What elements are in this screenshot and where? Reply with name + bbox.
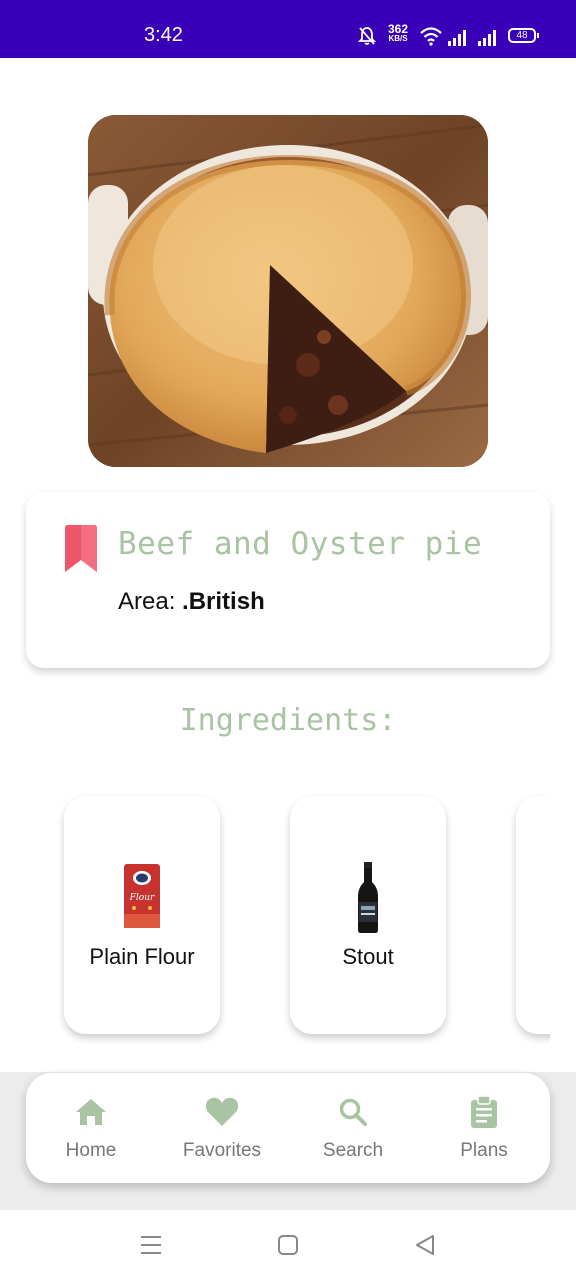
area-value: .British [182, 588, 265, 615]
bell-off-icon [358, 27, 376, 45]
ingredients-carousel[interactable]: Flour Plain Flour Stout [26, 780, 550, 1046]
bookmark-icon[interactable] [62, 524, 100, 574]
meal-image [88, 115, 488, 467]
search-icon [339, 1098, 367, 1126]
heart-icon [205, 1097, 239, 1126]
ingredient-card[interactable]: Flour Plain Flour [64, 796, 220, 1034]
wifi-icon [420, 27, 442, 46]
nav-item-search[interactable]: Search [293, 1095, 413, 1162]
battery-icon: 48 [508, 28, 539, 43]
nav-label-favorites: Favorites [182, 1140, 262, 1161]
clipboard-icon [471, 1095, 497, 1128]
signal-icon [448, 30, 466, 46]
beer-bottle-icon [358, 862, 378, 933]
nav-label-home: Home [65, 1140, 117, 1161]
nav-label-plans: Plans [460, 1140, 508, 1161]
meal-info-card: Beef and Oyster pie Area: .British [26, 492, 550, 668]
status-bar: 3:42 362 KB/S 48 [0, 0, 576, 58]
ingredient-card[interactable] [516, 796, 550, 1034]
home-icon [76, 1099, 106, 1125]
meal-area: Area: .British [118, 588, 265, 616]
system-navigation-bar [0, 1210, 576, 1280]
ingredients-heading: Ingredients: [179, 703, 397, 738]
nav-item-plans[interactable]: Plans [424, 1095, 544, 1162]
network-speed: 362 KB/S [387, 22, 409, 43]
nav-item-home[interactable]: Home [31, 1095, 151, 1162]
area-label: Area: [118, 588, 176, 615]
status-time: 3:42 [144, 24, 183, 46]
signal-icon [478, 30, 496, 46]
nav-label-search: Search [322, 1140, 384, 1161]
home-square-icon[interactable] [277, 1234, 299, 1256]
bottom-navigation: Home Favorites Search Plans [26, 1073, 550, 1183]
nav-item-favorites[interactable]: Favorites [162, 1095, 282, 1162]
ingredient-name: Plain Flour [89, 944, 195, 969]
flour-bag-icon: Flour [124, 864, 160, 928]
back-icon[interactable] [414, 1234, 436, 1256]
ingredient-card[interactable]: Stout [290, 796, 446, 1034]
ingredient-name: Stout [342, 944, 394, 969]
svg-text:Flour: Flour [129, 893, 155, 903]
menu-icon[interactable] [140, 1234, 162, 1256]
meal-title: Beef and Oyster pie [118, 526, 483, 562]
